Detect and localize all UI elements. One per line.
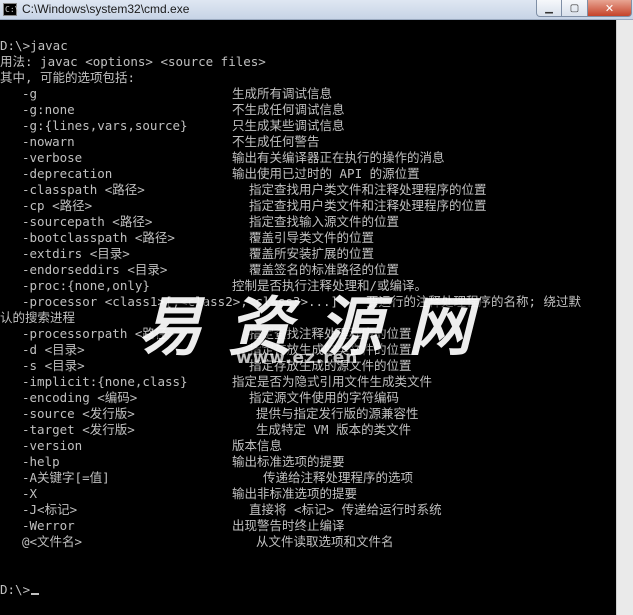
window-title: C:\Windows\system32\cmd.exe [22,2,190,16]
watermark-url: www.ez.ren [236,348,359,368]
option-desc: 生成特定 VM 版本的类文件 [256,422,412,437]
option-desc: 不生成任何调试信息 [232,102,345,117]
prompt-text: D:\> [0,582,31,597]
maximize-button[interactable]: ▢ [562,0,588,17]
option-flag: -proc:{none,only} [22,278,150,293]
option-desc: 指定查找用户类文件和注释处理程序的位置 [249,182,487,197]
option-flag: -help [22,454,60,469]
option-flag: -source <发行版> [22,406,135,421]
option-flag: -version [22,438,83,453]
option-desc: 只生成某些调试信息 [232,118,345,133]
option-flag: -X [22,486,38,501]
option-flag: -J<标记> [22,502,78,517]
option-desc: 出现警告时终止编译 [232,518,345,533]
option-desc: 覆盖引导类文件的位置 [249,230,375,245]
option-flag: -Werror [22,518,75,533]
option-desc: 不生成任何警告 [232,134,320,149]
option-desc: 指定查找输入源文件的位置 [249,214,400,229]
text-cursor [31,593,40,595]
close-icon: ✕ [604,1,615,15]
vertical-scrollbar[interactable] [616,20,633,615]
option-desc: 传递给注释处理程序的选项 [263,470,414,485]
option-flag: @<文件名> [22,534,83,549]
option-flag: -deprecation [22,166,113,181]
option-flag: -encoding <编码> [22,390,138,405]
title-bar[interactable]: C:\ C:\Windows\system32\cmd.exe ▁ ▢ ✕ [0,0,633,20]
option-desc: 指定查找用户类文件和注释处理程序的位置 [249,198,487,213]
option-flag: -g:none [22,102,75,117]
option-flag: -A关键字[=值] [22,470,110,485]
cmd-app-icon[interactable]: C:\ [3,3,19,16]
close-button[interactable]: ✕ [588,0,632,17]
option-desc: 生成所有调试信息 [232,86,333,101]
option-flag: -target <发行版> [22,422,135,437]
option-desc: 输出标准选项的提要 [232,454,345,469]
usage-line: 用法: javac <options> <source files> [0,54,266,69]
option-desc: 从文件读取选项和文件名 [256,534,394,549]
option-flag: -g:{lines,vars,source} [22,118,188,133]
cmd-window: C:\ C:\Windows\system32\cmd.exe ▁ ▢ ✕ D:… [0,0,633,615]
option-flag: -d <目录> [22,342,85,357]
minimize-icon: ▁ [545,2,553,14]
option-desc: 指定是否为隐式引用文件生成类文件 [232,374,433,389]
option-desc: 输出非标准选项的提要 [232,486,358,501]
option-desc: 提供与指定发行版的源兼容性 [256,406,419,421]
option-desc: 直接将 <标记> 传递给运行时系统 [249,502,442,517]
option-flag: -extdirs <目录> [22,246,130,261]
maximize-icon: ▢ [569,2,580,14]
option-desc: 版本信息 [232,438,283,453]
option-flag: -sourcepath <路径> [22,214,153,229]
option-desc: 输出使用已过时的 API 的源位置 [232,166,420,181]
option-flag: -verbose [22,150,83,165]
option-continuation: 认的搜索进程 [0,310,76,325]
option-desc: 覆盖所安装扩展的位置 [249,246,375,261]
option-flag: -nowarn [22,134,75,149]
options-header: 其中, 可能的选项包括: [0,70,136,85]
option-flag: -bootclasspath <路径> [22,230,175,245]
option-flag: -g [22,86,38,101]
option-desc: 指定源文件使用的字符编码 [249,390,400,405]
window-controls: ▁ ▢ ✕ [536,0,632,17]
option-flag: -implicit:{none,class} [22,374,188,389]
minimize-button[interactable]: ▁ [536,0,562,17]
prompt-line: D:\>javac [0,38,68,53]
prompt-line-current[interactable]: D:\> [0,582,40,598]
option-flag: -cp <路径> [22,198,93,213]
option-flag: -classpath <路径> [22,182,145,197]
option-desc: 输出有关编译器正在执行的操作的消息 [232,150,445,165]
option-flag: -s <目录> [22,358,85,373]
